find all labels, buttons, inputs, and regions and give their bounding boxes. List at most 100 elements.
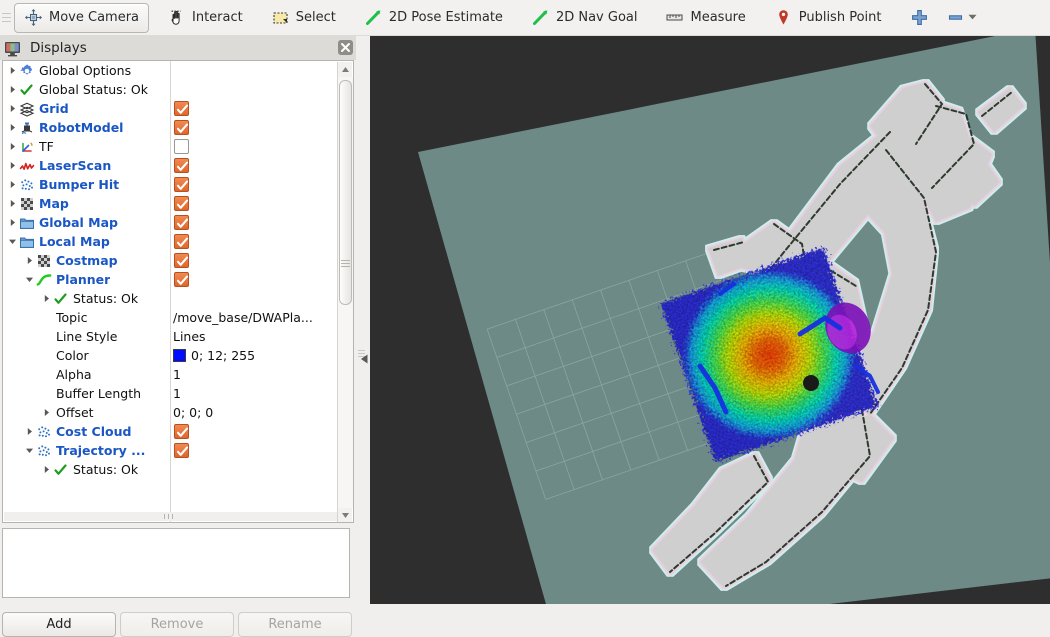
close-icon[interactable] xyxy=(338,40,353,55)
tree-expander-placeholder xyxy=(41,308,52,327)
visibility-checkbox[interactable] xyxy=(174,139,189,154)
tree-row[interactable]: Status: Ok xyxy=(3,460,337,479)
tree-row[interactable]: Bumper Hit xyxy=(3,175,337,194)
tree-row[interactable]: Planner xyxy=(3,270,337,289)
tree-row-label: Topic xyxy=(56,310,88,325)
tree-row[interactable]: Grid xyxy=(3,99,337,118)
collapse-panel-arrow-icon[interactable] xyxy=(360,352,369,367)
displays-button-row: Add Remove Rename xyxy=(2,612,352,637)
chevron-right-icon[interactable] xyxy=(7,99,18,118)
tree-expander-placeholder xyxy=(41,365,52,384)
plus-icon xyxy=(910,8,929,27)
tree-row-label: Global Options xyxy=(39,63,132,78)
tree-row-value[interactable]: 0; 0; 0 xyxy=(173,403,213,422)
chevron-right-icon[interactable] xyxy=(41,403,52,422)
tool-measure[interactable]: Measure xyxy=(655,3,755,33)
visibility-checkbox[interactable] xyxy=(174,253,189,268)
visibility-checkbox[interactable] xyxy=(174,272,189,287)
visibility-checkbox[interactable] xyxy=(174,120,189,135)
visibility-checkbox[interactable] xyxy=(174,443,189,458)
tree-vertical-scrollbar[interactable] xyxy=(337,62,353,522)
chevron-right-icon[interactable] xyxy=(7,137,18,156)
tool-interact-label: Interact xyxy=(192,10,243,25)
tool-2d-nav-goal[interactable]: 2D Nav Goal xyxy=(521,3,648,33)
tree-row-value[interactable]: /move_base/DWAPla... xyxy=(173,308,313,327)
tool-publish-point[interactable]: Publish Point xyxy=(764,3,892,33)
select-marquee-icon xyxy=(271,8,290,27)
visibility-checkbox[interactable] xyxy=(174,424,189,439)
tree-row[interactable]: Global Status: Ok xyxy=(3,80,337,99)
displays-tree-rows[interactable]: Global Options Global Status: Ok Grid Robot… xyxy=(3,61,337,522)
tree-row[interactable]: Buffer Length 1 xyxy=(3,384,337,403)
display-description-box xyxy=(2,528,350,598)
visibility-checkbox[interactable] xyxy=(174,158,189,173)
3d-render-view[interactable] xyxy=(370,36,1050,604)
visibility-checkbox[interactable] xyxy=(174,177,189,192)
tool-select[interactable]: Select xyxy=(261,3,346,33)
tree-row-value[interactable]: 0; 12; 255 xyxy=(173,346,255,365)
tool-interact[interactable]: Interact xyxy=(157,3,253,33)
panel-splitter[interactable] xyxy=(356,36,370,604)
chevron-right-icon[interactable] xyxy=(7,175,18,194)
remove-tool-button[interactable] xyxy=(940,5,984,31)
tree-row[interactable]: Costmap xyxy=(3,251,337,270)
chevron-right-icon[interactable] xyxy=(7,194,18,213)
tree-row-value[interactable]: Lines xyxy=(173,327,206,346)
tree-row[interactable]: Global Map xyxy=(3,213,337,232)
tree-row[interactable]: Map xyxy=(3,194,337,213)
displays-panel-header: Displays xyxy=(0,36,358,60)
tree-row[interactable]: TF xyxy=(3,137,337,156)
scroll-down-icon[interactable] xyxy=(338,508,353,522)
visibility-checkbox[interactable] xyxy=(174,101,189,116)
tree-row[interactable]: Global Options xyxy=(3,61,337,80)
tree-row[interactable]: Trajectory ... xyxy=(3,441,337,460)
pose-estimate-arrow-icon xyxy=(364,8,383,27)
chevron-right-icon[interactable] xyxy=(24,251,35,270)
displays-tree[interactable]: Global Options Global Status: Ok Grid Robot… xyxy=(2,60,354,523)
tree-row[interactable]: Alpha 1 xyxy=(3,365,337,384)
chevron-down-icon[interactable] xyxy=(967,10,978,25)
toolbar-drag-grip[interactable] xyxy=(2,8,11,28)
chevron-right-icon[interactable] xyxy=(41,289,52,308)
tree-row[interactable]: Offset 0; 0; 0 xyxy=(3,403,337,422)
chevron-down-icon[interactable] xyxy=(24,441,35,460)
tree-hscroll-grip[interactable] xyxy=(164,514,177,519)
chevron-down-icon[interactable] xyxy=(7,232,18,251)
chevron-right-icon[interactable] xyxy=(7,118,18,137)
chevron-right-icon[interactable] xyxy=(41,460,52,479)
tree-horizontal-scrollbar[interactable] xyxy=(4,512,338,521)
tree-row[interactable]: Topic/move_base/DWAPla... xyxy=(3,308,337,327)
interact-hand-icon xyxy=(167,8,186,27)
folder-icon xyxy=(18,214,35,231)
add-tool-button[interactable] xyxy=(899,3,940,33)
chevron-right-icon[interactable] xyxy=(7,61,18,80)
tree-row[interactable]: LaserScan xyxy=(3,156,337,175)
tree-row-label: Local Map xyxy=(39,234,110,249)
tree-vscroll-thumb[interactable] xyxy=(339,80,352,305)
visibility-checkbox[interactable] xyxy=(174,196,189,211)
chevron-right-icon[interactable] xyxy=(7,80,18,99)
remove-button[interactable]: Remove xyxy=(120,612,234,637)
tree-row-value[interactable]: 1 xyxy=(173,384,181,403)
chevron-right-icon[interactable] xyxy=(7,213,18,232)
tool-move-camera[interactable]: Move Camera xyxy=(14,2,150,33)
tree-row[interactable]: Status: Ok xyxy=(3,289,337,308)
rename-button[interactable]: Rename xyxy=(238,612,352,637)
tool-2d-pose-estimate[interactable]: 2D Pose Estimate xyxy=(354,3,513,33)
tree-row[interactable]: Line Style Lines xyxy=(3,327,337,346)
tree-row[interactable]: Cost Cloud xyxy=(3,422,337,441)
chevron-right-icon[interactable] xyxy=(7,156,18,175)
tree-row-value[interactable]: 1 xyxy=(173,365,181,384)
tree-row[interactable]: Color 0; 12; 255 xyxy=(3,346,337,365)
chevron-down-icon[interactable] xyxy=(24,270,35,289)
tree-row[interactable]: RobotModel xyxy=(3,118,337,137)
add-button[interactable]: Add xyxy=(2,612,116,637)
chevron-right-icon[interactable] xyxy=(24,422,35,441)
visibility-checkbox[interactable] xyxy=(174,234,189,249)
tool-2d-nav-goal-label: 2D Nav Goal xyxy=(555,10,638,25)
tree-row-label: Costmap xyxy=(56,253,118,268)
visibility-checkbox[interactable] xyxy=(174,215,189,230)
tree-row[interactable]: Local Map xyxy=(3,232,337,251)
tree-vscroll-thumb-grip xyxy=(341,258,350,269)
scroll-up-icon[interactable] xyxy=(338,62,353,77)
